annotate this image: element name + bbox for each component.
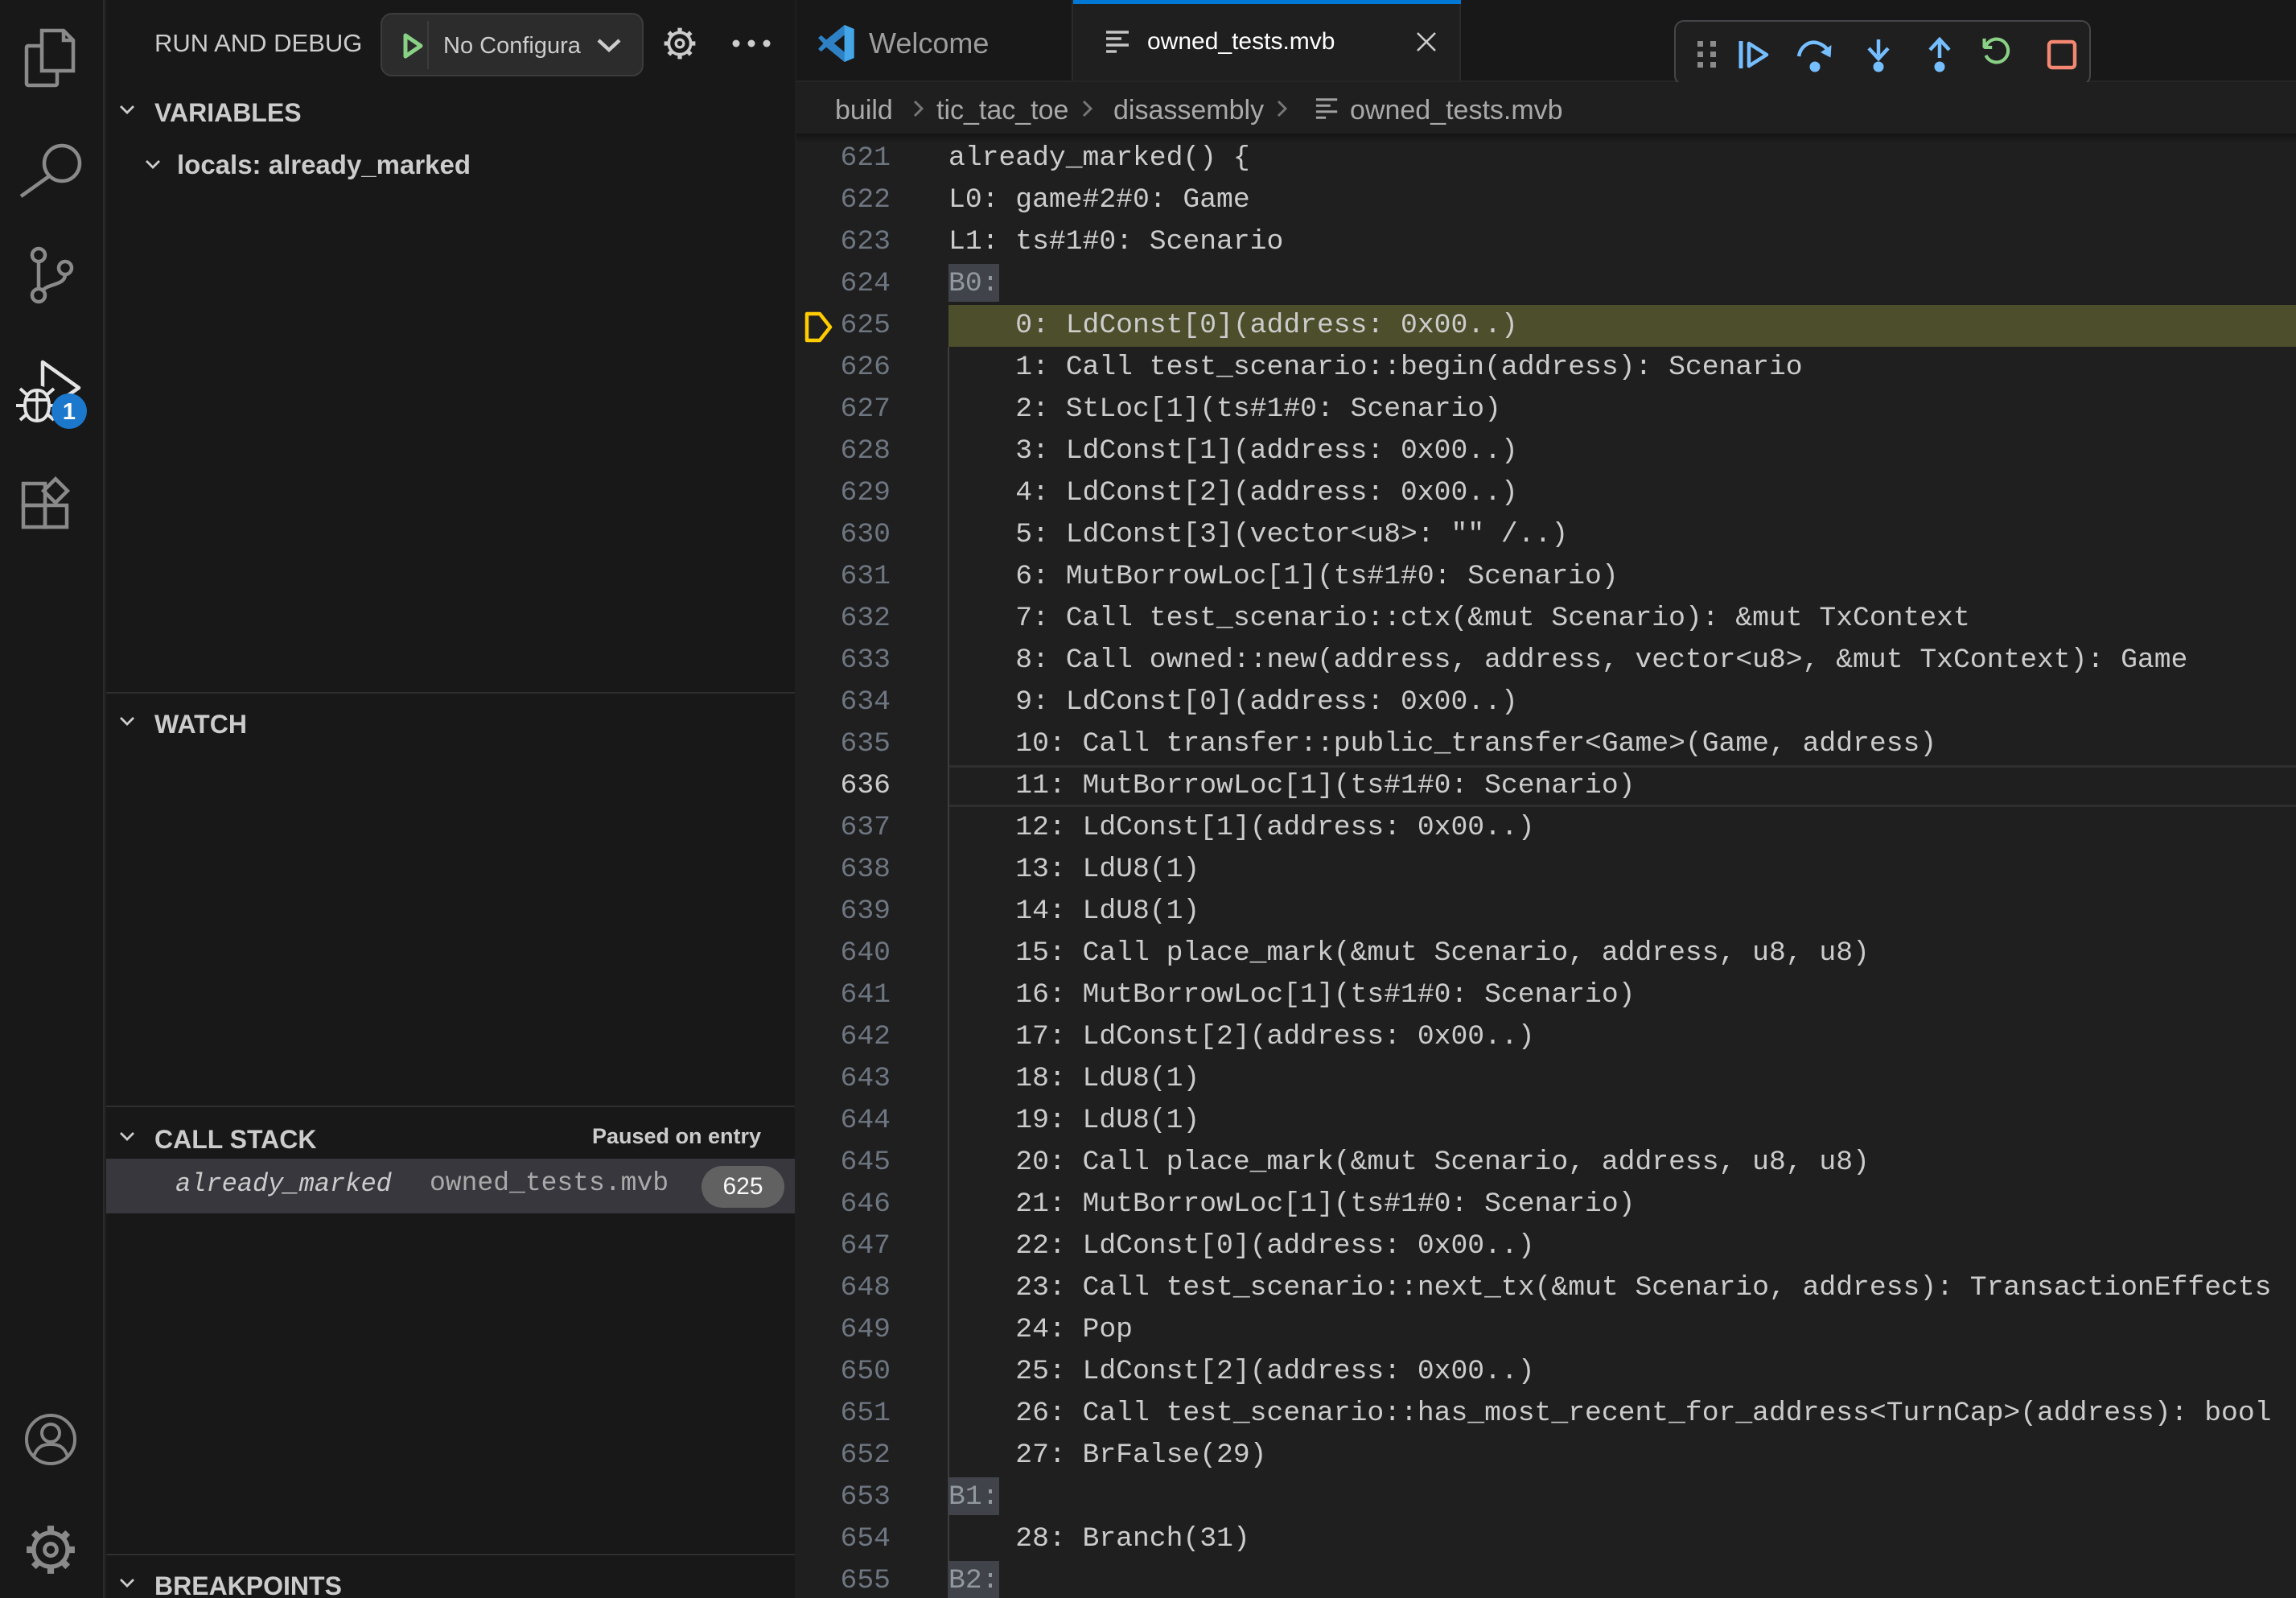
- svg-text:1: 1: [63, 399, 76, 425]
